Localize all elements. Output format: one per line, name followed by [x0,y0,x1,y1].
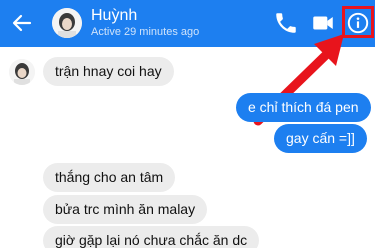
back-arrow-icon[interactable] [8,9,36,37]
message-bubble-incoming[interactable]: thắng cho an tâm [43,163,176,192]
avatar-image [9,59,35,85]
avatar-image [52,8,82,38]
message-bubble-outgoing[interactable]: e chỉ thích đá pen [236,93,371,122]
contact-name[interactable]: Huỳnh [91,6,137,25]
active-status: Active 29 minutes ago [91,26,200,38]
message-bubble-incoming[interactable]: bửa trc mình ăn malay [43,195,208,224]
contact-avatar[interactable] [52,8,82,38]
message-bubble-outgoing[interactable]: gay cấn =]] [274,124,367,153]
message-bubble-incoming[interactable]: trận hnay coi hay [43,57,174,86]
sender-avatar[interactable] [9,59,35,85]
message-bubble-incoming[interactable]: giờ gặp lại nó chưa chắc ăn dc [43,226,260,248]
